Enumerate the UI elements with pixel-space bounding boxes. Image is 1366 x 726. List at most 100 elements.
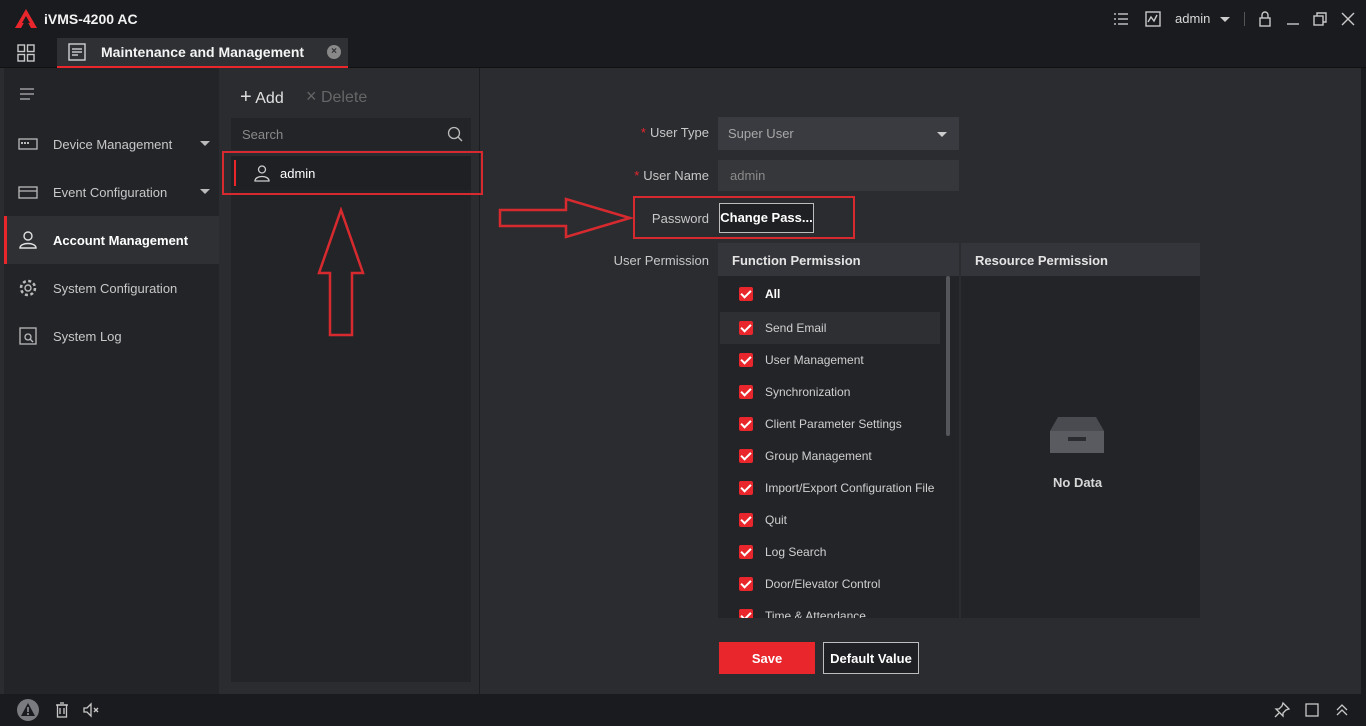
sidebar-item-event-configuration[interactable]: Event Configuration [4,168,219,216]
permission-label: Client Parameter Settings [765,417,902,431]
resource-permission-header: Resource Permission [961,243,1200,276]
user-type-value: Super User [728,126,794,141]
checkbox-checked-icon[interactable] [739,321,753,335]
checkbox-checked-icon[interactable] [739,449,753,463]
add-user-button[interactable]: + Add [240,86,284,109]
function-permission-list: All Send Email User Management Synchroni… [718,276,959,618]
checkbox-checked-icon[interactable] [739,417,753,431]
tab-bar: Maintenance and Management × [0,38,1366,68]
divider [959,243,961,618]
permission-panel: Function Permission Resource Permission … [718,243,1200,618]
app-title: iVMS-4200 AC [44,11,138,27]
permission-label: User Management [765,353,864,367]
grid-menu-icon[interactable] [16,43,36,63]
permission-item[interactable]: Log Search [720,536,940,568]
scrollbar[interactable] [946,276,950,436]
plus-icon: + [240,86,252,108]
checkbox-checked-icon[interactable] [739,513,753,527]
user-type-label: * User Type [640,125,709,140]
permission-item[interactable]: Time & Attendance [720,600,940,618]
no-data-text: No Data [1053,475,1103,490]
search-input[interactable] [231,118,441,150]
trash-icon[interactable] [53,701,71,719]
permission-item[interactable]: User Management [720,344,940,376]
restore-icon[interactable] [1311,10,1329,28]
permission-label: Door/Elevator Control [765,577,881,591]
arrow-up-icon [317,207,365,337]
fullscreen-icon[interactable] [1303,701,1321,719]
pin-icon[interactable] [1273,701,1291,719]
permission-label: All [765,287,781,301]
permission-label: Group Management [765,449,872,463]
sidebar-item-device-management[interactable]: Device Management [4,120,219,168]
search-icon[interactable] [447,126,463,142]
permission-item[interactable]: Send Email [720,312,940,344]
checkbox-checked-icon[interactable] [739,545,753,559]
alarm-warning-icon[interactable] [16,698,40,722]
checkbox-checked-icon[interactable] [739,577,753,591]
permission-label: Time & Attendance [765,609,866,618]
permission-item[interactable]: Door/Elevator Control [720,568,940,600]
sidebar-item-account-management[interactable]: Account Management [4,216,219,264]
checkbox-checked-icon[interactable] [739,609,753,618]
permission-item[interactable]: Group Management [720,440,940,472]
chevron-down-icon [937,132,947,137]
user-dropdown-icon[interactable] [1220,17,1230,22]
user-icon [19,231,37,249]
minimize-icon[interactable] [1284,10,1302,28]
gear-icon [19,279,37,297]
window-edge [1361,68,1366,694]
sidebar-item-system-log[interactable]: System Log [4,312,219,360]
sidebar-item-label: System Configuration [53,281,178,296]
permission-item[interactable]: Quit [720,504,940,536]
permission-item[interactable]: Client Parameter Settings [720,408,940,440]
list-view-icon[interactable] [1112,10,1130,28]
lock-icon[interactable] [1256,10,1274,28]
function-permission-header: Function Permission [718,243,959,276]
chevron-down-icon[interactable] [200,189,210,194]
chevron-up-icon[interactable] [1333,701,1351,719]
permission-label: Import/Export Configuration File [765,481,935,495]
default-value-button[interactable]: Default Value [823,642,919,674]
sidebar-item-system-configuration[interactable]: System Configuration [4,264,219,312]
delete-x-icon: × [306,86,317,106]
permission-label: Send Email [765,321,827,335]
current-user[interactable]: admin [1175,11,1210,26]
app-logo-icon [15,9,37,28]
tab-close-icon[interactable]: × [327,45,341,59]
monitor-icon[interactable] [1144,10,1162,28]
permission-label: Quit [765,513,788,527]
search-box [231,118,471,150]
permission-item-all[interactable]: All [720,278,940,310]
checkbox-checked-icon[interactable] [739,287,753,301]
empty-tray-icon [1050,417,1104,453]
menu-collapse-icon[interactable] [20,88,36,100]
permission-item[interactable]: Import/Export Configuration File [720,472,940,504]
delete-user-button[interactable]: × Delete [306,86,367,107]
checkbox-checked-icon[interactable] [739,353,753,367]
sidebar: Device Management Event Configuration Ac… [4,68,219,694]
arrow-right-icon [498,197,634,239]
mute-icon[interactable] [82,701,100,719]
user-permission-label: User Permission [613,253,709,268]
save-button[interactable]: Save [719,642,815,674]
annotation-box-password [633,196,855,239]
user-name-field[interactable]: admin [718,160,959,191]
user-type-select[interactable]: Super User [718,117,959,150]
add-label: Add [255,90,284,107]
checkbox-checked-icon[interactable] [739,481,753,495]
permission-label: Synchronization [765,385,851,399]
permission-item[interactable]: Synchronization [720,376,940,408]
annotation-box-user [222,151,483,195]
tab-maintenance[interactable]: Maintenance and Management × [57,38,348,68]
close-icon[interactable] [1339,10,1357,28]
checkbox-checked-icon[interactable] [739,385,753,399]
maintenance-icon [68,43,86,61]
chevron-down-icon[interactable] [200,141,210,146]
separator [1244,12,1245,26]
account-form: * User Type Super User * User Name admin P… [481,68,1361,694]
sidebar-item-label: System Log [53,329,122,344]
device-icon [18,138,38,150]
status-bar [0,694,1366,726]
log-icon [19,327,37,345]
